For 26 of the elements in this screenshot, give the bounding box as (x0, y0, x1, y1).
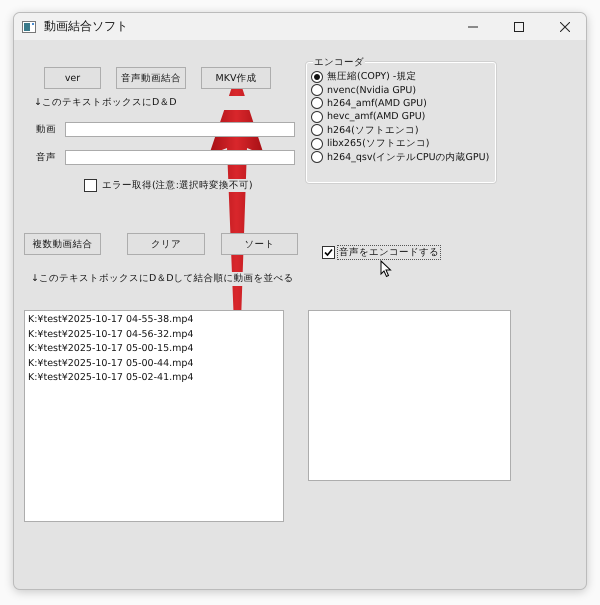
radio-label: nvenc(Nvidia GPU) (327, 84, 416, 96)
list-item[interactable]: K:¥test¥2025-10-17 05-00-15.mp4 (28, 342, 280, 356)
radio-label: 無圧縮(COPY) -規定 (327, 70, 416, 84)
drop-hint: ↓このテキストボックスにD＆Dして結合順に動画を並べる (31, 272, 294, 286)
action-button[interactable]: MKV作成 (201, 67, 271, 89)
radio-label: h264_amf(AMD GPU) (327, 98, 427, 109)
list-item[interactable]: K:¥test¥2025-10-17 05-00-44.mp4 (28, 356, 280, 371)
action-button[interactable]: 音声動画結合 (116, 67, 186, 89)
file-list[interactable]: K:¥test¥2025-10-17 04-55-38.mp4 K:¥test¥2025-10-17 04-56-32.mp4 K:¥test¥2025-10-17 05-00-15.mp4 K:¥test¥2025-10-17 05-00-44.mp4 K:¥test¥2025-10-17 05-02-41.mp4 (24, 310, 284, 522)
window-title: 動画結合ソフト (44, 18, 128, 35)
field-label: 音声 (35, 151, 57, 164)
radio-label: h264_qsv(インテルCPUの内蔵GPU) (327, 150, 490, 164)
action-button[interactable]: 複数動画結合 (24, 233, 101, 255)
list-item[interactable]: K:¥test¥2025-10-17 04-56-32.mp4 (28, 328, 280, 342)
list-item[interactable]: K:¥test¥2025-10-17 04-55-38.mp4 (28, 313, 280, 328)
checkbox-label: 音声をエンコードする (338, 246, 440, 259)
action-button[interactable]: ver (44, 67, 101, 89)
action-button[interactable]: クリア (127, 233, 205, 255)
checkbox-label: エラー取得(注意:選択時変換不可) (102, 179, 253, 192)
radio-label: h264(ソフトエンコ) (327, 124, 419, 137)
radio-label: libx265(ソフトエンコ) (327, 137, 430, 150)
field-label: 動画 (35, 123, 57, 136)
radio-label: hevc_amf(AMD GPU) (327, 111, 426, 122)
action-button[interactable]: ソート (221, 233, 298, 255)
group-title: エンコーダ (313, 56, 365, 69)
list-item[interactable]: K:¥test¥2025-10-17 05-02-41.mp4 (28, 371, 280, 386)
